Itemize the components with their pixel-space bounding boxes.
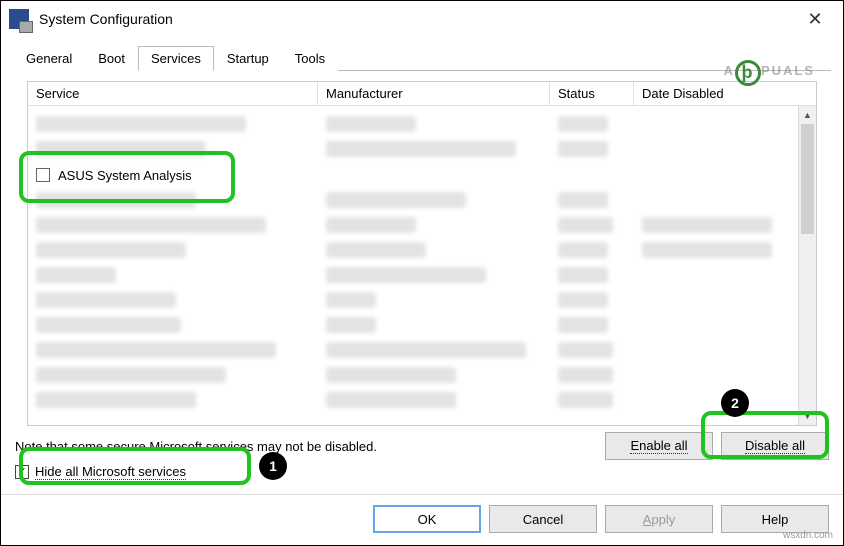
close-icon[interactable]: ✕ (795, 9, 835, 30)
enable-all-button[interactable]: Enable all (605, 432, 713, 460)
tab-boot[interactable]: Boot (85, 46, 138, 71)
hide-microsoft-checkbox[interactable]: ✓ (15, 465, 29, 479)
scrollbar[interactable]: ▲ ▼ (798, 106, 816, 425)
annotation-badge-2: 2 (721, 389, 749, 417)
col-service[interactable]: Service (28, 82, 318, 105)
services-list[interactable]: ASUS System Analysis (28, 106, 798, 425)
msconfig-icon (9, 9, 29, 29)
apply-button[interactable]: Apply (605, 505, 713, 533)
scroll-down-icon[interactable]: ▼ (799, 407, 816, 425)
disable-all-button[interactable]: Disable all (721, 432, 829, 460)
tab-tools[interactable]: Tools (282, 46, 338, 71)
col-date-disabled[interactable]: Date Disabled (634, 82, 816, 105)
scroll-up-icon[interactable]: ▲ (799, 106, 816, 124)
col-manufacturer[interactable]: Manufacturer (318, 82, 550, 105)
service-row-asus[interactable]: ASUS System Analysis (28, 162, 798, 188)
tab-services[interactable]: Services (138, 46, 214, 71)
service-name: ASUS System Analysis (58, 168, 192, 183)
source-watermark: wsxdn.com (783, 530, 833, 541)
cancel-button[interactable]: Cancel (489, 505, 597, 533)
tab-startup[interactable]: Startup (214, 46, 282, 71)
ok-button[interactable]: OK (373, 505, 481, 533)
dialog-buttons: OK Cancel Apply Help (1, 495, 843, 545)
hide-microsoft-label[interactable]: Hide all Microsoft services (35, 464, 186, 480)
col-status[interactable]: Status (550, 82, 634, 105)
titlebar: System Configuration ✕ (1, 1, 843, 37)
column-headers: Service Manufacturer Status Date Disable… (27, 81, 817, 106)
watermark: AþPUALS (724, 51, 815, 83)
note-text: Note that some secure Microsoft services… (15, 439, 597, 454)
service-checkbox-asus[interactable] (36, 168, 50, 182)
help-button[interactable]: Help (721, 505, 829, 533)
tab-strip: General Boot Services Startup Tools (13, 45, 831, 71)
scroll-thumb[interactable] (801, 124, 814, 234)
tab-general[interactable]: General (13, 46, 85, 71)
window-title: System Configuration (39, 11, 173, 27)
annotation-badge-1: 1 (259, 452, 287, 480)
